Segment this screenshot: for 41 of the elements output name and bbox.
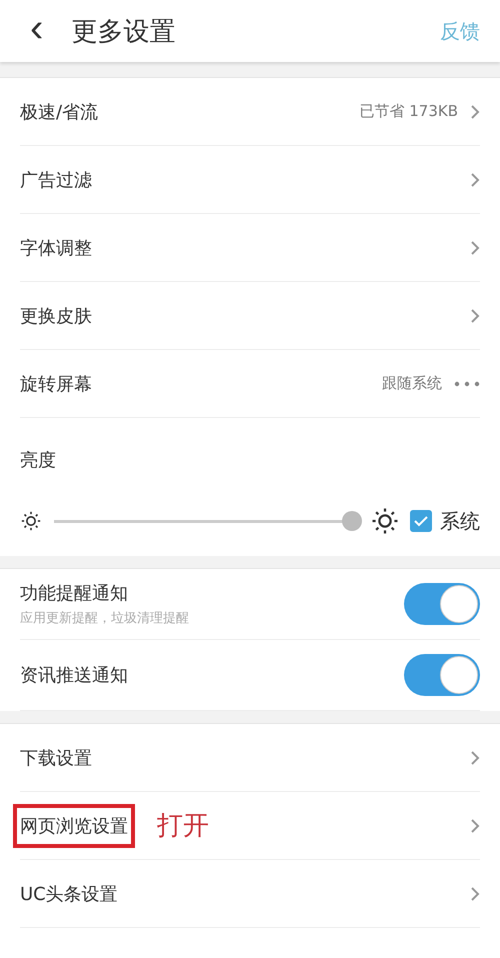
more-icon[interactable] [454,380,480,386]
back-button[interactable]: ‹ [20,8,54,48]
row-label: 极速/省流 [19,100,100,124]
sun-icon [370,506,400,536]
row-label: 资讯推送通知 [20,664,129,687]
sun-icon [20,510,42,532]
row-label: 下载设置 [19,746,93,770]
system-checkbox[interactable] [410,510,432,532]
settings-row[interactable]: 字体调整 [20,214,480,282]
row-label: UC头条设置 [19,882,119,906]
chevron-icon [470,886,480,902]
row-value: 已节省 173KB [359,102,458,121]
settings-row[interactable]: 极速/省流 已节省 173KB [20,78,480,146]
row-label: 更换皮肤 [19,304,93,328]
row-label: 功能提醒通知 [20,582,129,605]
slider-thumb[interactable] [342,511,362,531]
highlighted-label: 网页浏览设置 [13,804,135,848]
settings-row[interactable]: UC头条设置 [20,860,480,928]
row-value: 跟随系统 [382,374,442,393]
chevron-icon [470,172,480,188]
row-label: 字体调整 [19,236,93,260]
page-title: 更多设置 [71,16,176,48]
chevron-icon [470,818,480,834]
annotation-text: 打开 [157,810,209,843]
settings-row[interactable]: 网页浏览设置 打开 [20,792,480,860]
check-icon [414,515,428,527]
checkbox-label: 系统 [440,508,480,534]
row-label: 旋转屏幕 [19,372,93,396]
chevron-icon [470,308,480,324]
chevron-icon [470,750,480,766]
toggle-switch[interactable] [404,654,480,696]
chevron-icon [470,104,480,120]
toggle-switch[interactable] [404,583,480,625]
chevron-icon [470,240,480,256]
settings-row[interactable]: 下载设置 [20,724,480,792]
row-label: 亮度 [19,449,57,473]
settings-row[interactable]: 更换皮肤 [20,282,480,350]
row-description: 应用更新提醒，垃圾清理提醒 [20,610,190,627]
settings-row[interactable]: 广告过滤 [20,146,480,214]
row-label: 广告过滤 [19,168,93,192]
settings-row[interactable]: 旋转屏幕 跟随系统 [20,350,480,418]
